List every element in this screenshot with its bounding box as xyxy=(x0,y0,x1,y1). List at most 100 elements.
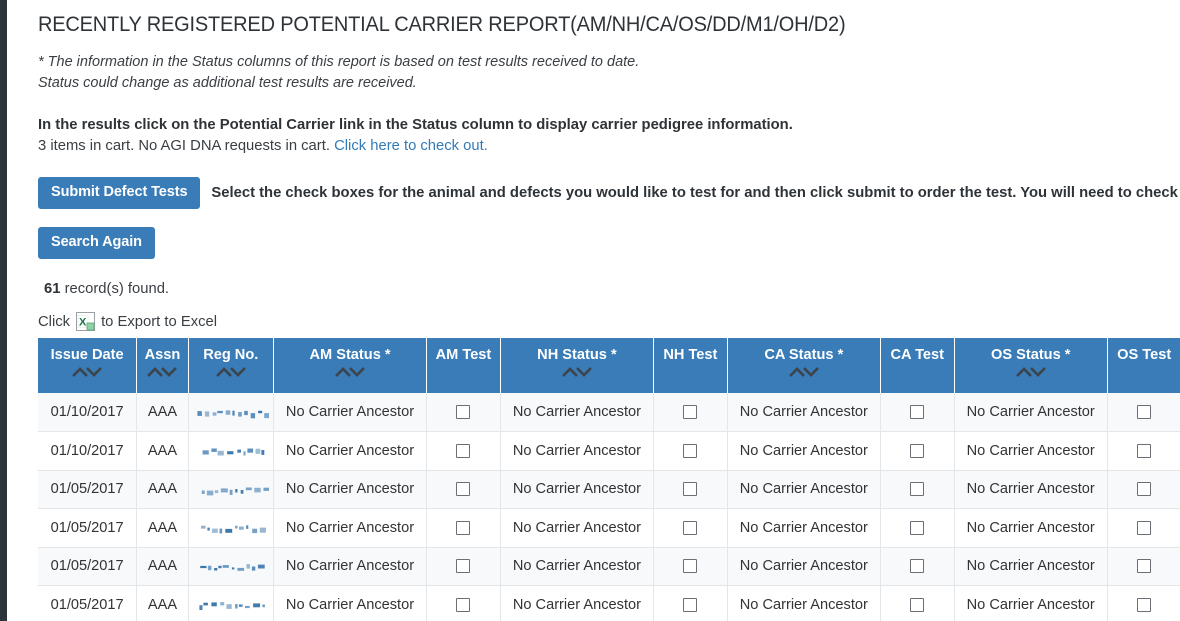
submit-defect-tests-button[interactable]: Submit Defect Tests xyxy=(38,177,201,209)
checkbox-ca-test[interactable] xyxy=(910,482,925,497)
sort-toggle-icon[interactable] xyxy=(42,366,132,379)
checkbox-os-test[interactable] xyxy=(1137,597,1152,612)
column-header-label: CA Test xyxy=(890,347,945,363)
cell-ca-test[interactable] xyxy=(880,547,955,586)
cell-os-test[interactable] xyxy=(1107,547,1180,586)
cell-ca-status: No Carrier Ancestor xyxy=(727,431,882,471)
redacted-registration-number[interactable] xyxy=(195,521,269,534)
cell-nh-test[interactable] xyxy=(653,547,728,586)
cell-ca-test[interactable] xyxy=(880,508,955,548)
record-count-line: 61 record(s) found. xyxy=(38,281,1180,297)
cell-am-status: No Carrier Ancestor xyxy=(273,508,428,548)
cell-os-status: No Carrier Ancestor xyxy=(954,393,1108,432)
checkbox-nh-test[interactable] xyxy=(683,597,698,612)
cell-nh-test[interactable] xyxy=(653,508,728,548)
checkbox-am-test[interactable] xyxy=(456,559,471,574)
checkbox-os-test[interactable] xyxy=(1137,482,1152,497)
registration-number-link[interactable] xyxy=(188,508,274,548)
checkbox-os-test[interactable] xyxy=(1137,443,1152,458)
registration-number-link[interactable] xyxy=(188,431,274,471)
cell-os-test[interactable] xyxy=(1107,585,1180,621)
cell-os-test[interactable] xyxy=(1107,431,1180,471)
cell-os-test[interactable] xyxy=(1107,470,1180,509)
cell-os-test[interactable] xyxy=(1107,508,1180,548)
column-header-assn[interactable]: Assn xyxy=(136,338,189,393)
cell-am-test[interactable] xyxy=(426,393,501,432)
cell-issue-date: 01/05/2017 xyxy=(38,547,138,586)
sort-toggle-icon[interactable] xyxy=(732,366,876,379)
sort-toggle-icon[interactable] xyxy=(278,366,422,379)
redacted-registration-number[interactable] xyxy=(195,406,269,419)
export-to-excel-row: Click X to Export to Excel xyxy=(38,312,1180,331)
cell-am-test[interactable] xyxy=(426,547,501,586)
cell-assn: AAA xyxy=(136,508,189,548)
redacted-registration-number[interactable] xyxy=(195,598,269,611)
checkbox-am-test[interactable] xyxy=(456,482,471,497)
cell-am-test[interactable] xyxy=(426,585,501,621)
checkbox-os-test[interactable] xyxy=(1137,520,1152,535)
registration-number-link[interactable] xyxy=(188,393,274,432)
checkbox-nh-test[interactable] xyxy=(683,405,698,420)
table-row: 01/05/2017 AAA No Carrier Ancestor No Carri… xyxy=(38,470,1180,509)
cell-ca-status: No Carrier Ancestor xyxy=(727,393,882,432)
registration-number-link[interactable] xyxy=(188,470,274,509)
checkbox-ca-test[interactable] xyxy=(910,520,925,535)
cell-os-status: No Carrier Ancestor xyxy=(954,547,1108,586)
checkbox-ca-test[interactable] xyxy=(910,559,925,574)
cell-am-test[interactable] xyxy=(426,431,501,471)
checkbox-am-test[interactable] xyxy=(456,597,471,612)
sort-toggle-icon[interactable] xyxy=(193,366,269,379)
cell-nh-test[interactable] xyxy=(653,470,728,509)
cart-count-text: 3 items in cart. No AGI DNA requests in … xyxy=(38,138,330,154)
checkbox-os-test[interactable] xyxy=(1137,559,1152,574)
table-row: 01/10/2017 AAA No Carrier Ancestor No Carri… xyxy=(38,431,1180,471)
column-header-am-status[interactable]: AM Status * xyxy=(273,338,428,393)
checkbox-am-test[interactable] xyxy=(456,443,471,458)
checkbox-os-test[interactable] xyxy=(1137,405,1152,420)
checkbox-nh-test[interactable] xyxy=(683,482,698,497)
cell-ca-test[interactable] xyxy=(880,470,955,509)
cell-am-test[interactable] xyxy=(426,508,501,548)
disclaimer-line-2: Status could change as additional test r… xyxy=(38,74,417,91)
checkbox-nh-test[interactable] xyxy=(683,443,698,458)
cell-nh-test[interactable] xyxy=(653,585,728,621)
carrier-report-table: Issue Date Assn Reg No. AM Status * AM Test N… xyxy=(38,338,1180,621)
checkbox-am-test[interactable] xyxy=(456,520,471,535)
cell-issue-date: 01/10/2017 xyxy=(38,431,138,471)
page-content: RECENTLY REGISTERED POTENTIAL CARRIER RE… xyxy=(7,0,1180,621)
column-header-os-status[interactable]: OS Status * xyxy=(954,338,1108,393)
cell-am-test[interactable] xyxy=(426,470,501,509)
cell-nh-test[interactable] xyxy=(653,431,728,471)
cell-ca-test[interactable] xyxy=(880,431,955,471)
registration-number-link[interactable] xyxy=(188,585,274,621)
checkbox-nh-test[interactable] xyxy=(683,520,698,535)
redacted-registration-number[interactable] xyxy=(195,444,269,457)
checkbox-ca-test[interactable] xyxy=(910,443,925,458)
checkbox-am-test[interactable] xyxy=(456,405,471,420)
checkbox-nh-test[interactable] xyxy=(683,559,698,574)
registration-number-link[interactable] xyxy=(188,547,274,586)
cell-assn: AAA xyxy=(136,431,189,471)
svg-text:X: X xyxy=(79,317,87,329)
column-header-label: AM Status * xyxy=(309,347,391,363)
search-again-button[interactable]: Search Again xyxy=(38,227,155,259)
checkout-link[interactable]: Click here to check out. xyxy=(334,138,488,154)
cell-nh-test[interactable] xyxy=(653,393,728,432)
cell-ca-test[interactable] xyxy=(880,393,955,432)
cell-ca-test[interactable] xyxy=(880,585,955,621)
table-row: 01/05/2017 AAA No Carrier Ancestor No Carri… xyxy=(38,547,1180,586)
column-header-issue-date[interactable]: Issue Date xyxy=(38,338,138,393)
checkbox-ca-test[interactable] xyxy=(910,597,925,612)
sort-toggle-icon[interactable] xyxy=(505,366,649,379)
table-row: 01/10/2017 AAA No Carrier Ancestor No Carri… xyxy=(38,393,1180,432)
redacted-registration-number[interactable] xyxy=(195,560,269,573)
sort-toggle-icon[interactable] xyxy=(141,366,183,379)
sort-toggle-icon[interactable] xyxy=(959,366,1103,379)
checkbox-ca-test[interactable] xyxy=(910,405,925,420)
column-header-reg-no[interactable]: Reg No. xyxy=(188,338,274,393)
excel-icon[interactable]: X xyxy=(76,312,96,331)
column-header-nh-status[interactable]: NH Status * xyxy=(500,338,655,393)
redacted-registration-number[interactable] xyxy=(195,483,269,496)
column-header-ca-status[interactable]: CA Status * xyxy=(727,338,882,393)
cell-os-test[interactable] xyxy=(1107,393,1180,432)
